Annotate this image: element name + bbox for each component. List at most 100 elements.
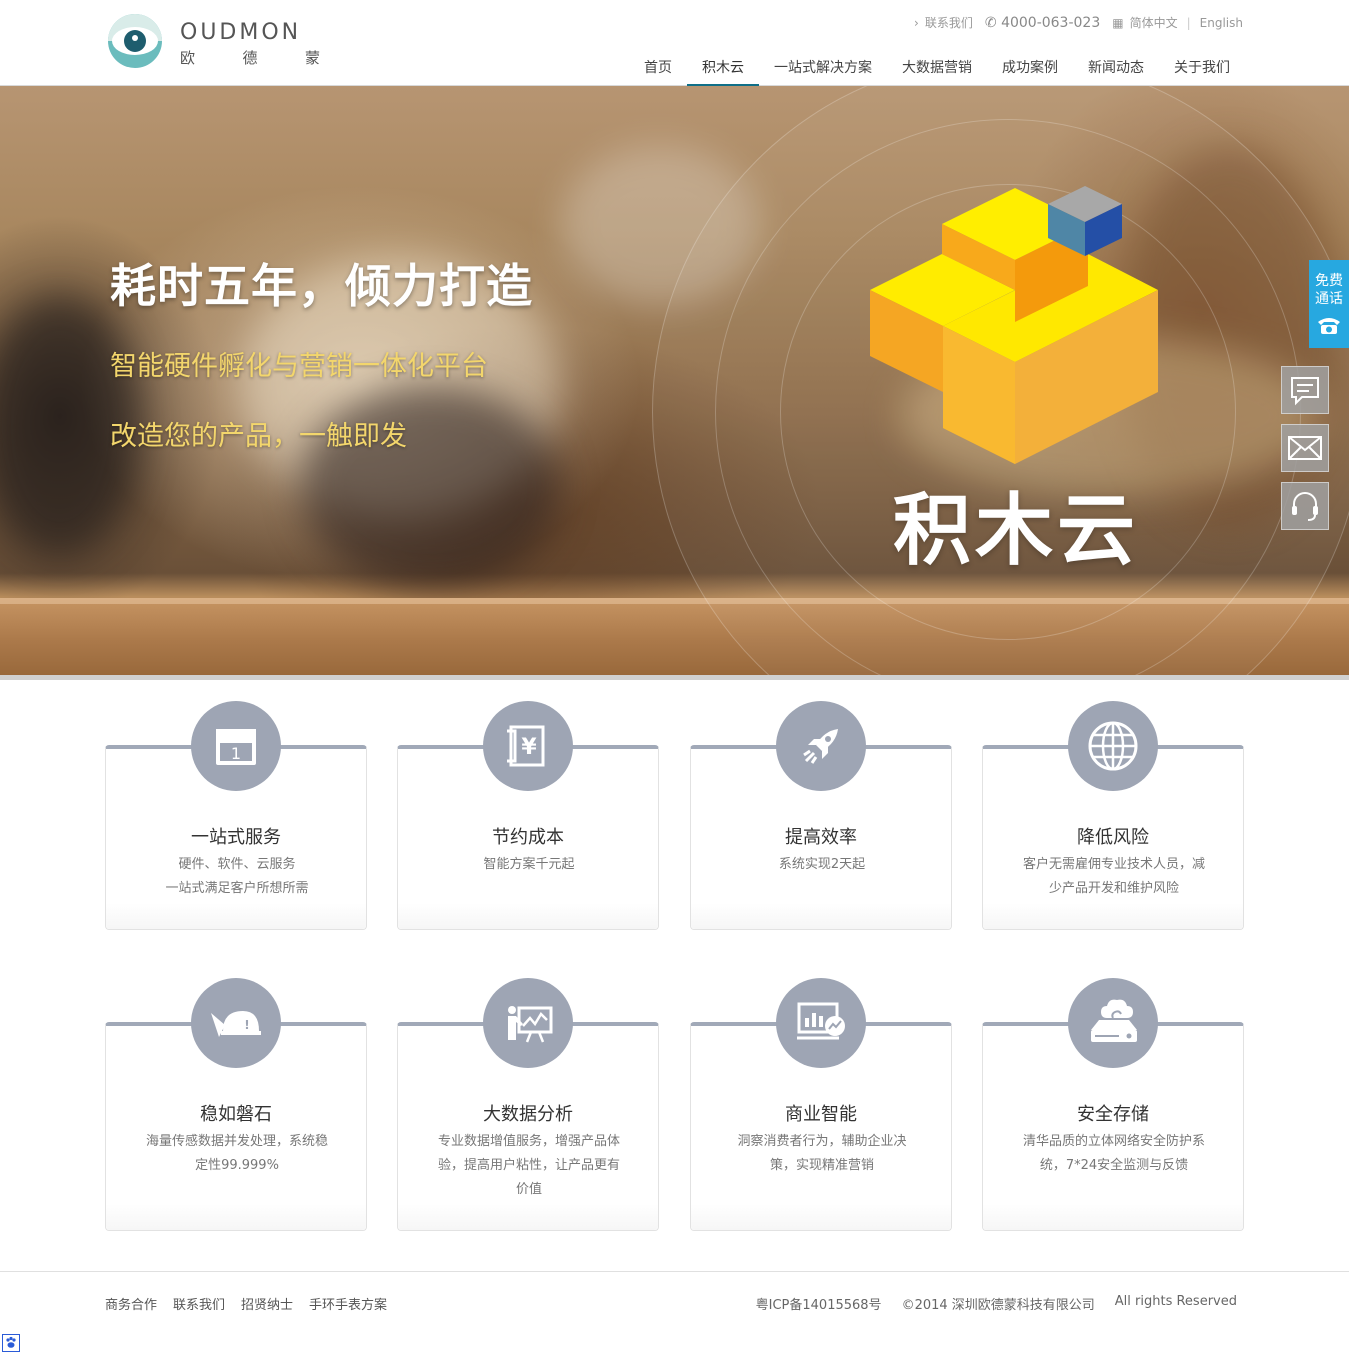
feature-icon-circle bbox=[776, 701, 866, 791]
nav-news[interactable]: 新闻动态 bbox=[1073, 48, 1159, 86]
feature-desc-line: 专业数据增值服务，增强产品体 bbox=[437, 1134, 620, 1149]
icp-license-link[interactable]: 粤ICP备14015568号 bbox=[756, 1294, 882, 1313]
feature-title: 降低风险 bbox=[1077, 827, 1149, 848]
top-links: › 联系我们 ✆ 4000-063-023 ▦ 简体中文 | English bbox=[914, 14, 1243, 31]
feature-desc-line: 清华品质的立体网络安全防护系 bbox=[1022, 1134, 1205, 1149]
phone-number: ✆ 4000-063-023 bbox=[985, 15, 1100, 31]
footer-legal: 粤ICP备14015568号 ©2014 深圳欧德蒙科技有限公司 All rig… bbox=[756, 1294, 1237, 1313]
copyright-text: ©2014 深圳欧德蒙科技有限公司 bbox=[901, 1298, 1095, 1313]
rights-text: All rights Reserved bbox=[1114, 1294, 1237, 1309]
svg-text:¥: ¥ bbox=[521, 735, 537, 760]
chat-button[interactable] bbox=[1281, 366, 1329, 414]
email-button[interactable] bbox=[1281, 424, 1329, 472]
feature-title: 节约成本 bbox=[492, 827, 564, 848]
feature-title: 一站式服务 bbox=[191, 827, 281, 848]
eye-logo-icon bbox=[108, 14, 162, 68]
feature-icon-circle bbox=[1068, 978, 1158, 1068]
main-nav: 首页 积木云 一站式解决方案 大数据营销 成功案例 新闻动态 关于我们 bbox=[629, 48, 1245, 87]
nav-about[interactable]: 关于我们 bbox=[1159, 48, 1245, 86]
telephone-icon bbox=[1318, 318, 1340, 334]
paw-icon[interactable] bbox=[2, 1334, 20, 1352]
feature-desc: 客户无需雇佣专业技术人员，减 少产品开发和维护风险 bbox=[1007, 853, 1221, 901]
feature-desc: 智能方案千元起 bbox=[422, 853, 636, 877]
paw-print-icon bbox=[6, 1336, 16, 1348]
divider: | bbox=[1186, 15, 1191, 30]
feature-desc-line: 一站式满足客户所想所需 bbox=[165, 881, 309, 896]
presentation-chart-icon bbox=[508, 1006, 553, 1043]
feature-icon-circle: 1 bbox=[191, 701, 281, 791]
svg-text:1: 1 bbox=[231, 744, 241, 763]
hero-banner: 耗时五年，倾力打造 智能硬件孵化与营销一体化平台 改造您的产品，一触即发 积木云 bbox=[0, 86, 1349, 680]
globe-icon bbox=[1088, 721, 1138, 771]
brand-title: 积木云 bbox=[893, 486, 1140, 576]
feature-desc-line: 智能方案千元起 bbox=[483, 857, 575, 872]
hero-tagline: 改造您的产品，一触即发 bbox=[110, 421, 407, 452]
feature-desc-line: 定性99.999% bbox=[195, 1158, 279, 1173]
envelope-icon bbox=[1288, 436, 1322, 460]
feature-desc-line: 少产品开发和维护风险 bbox=[1048, 881, 1179, 896]
monitor-analytics-icon bbox=[797, 1002, 845, 1040]
nav-big-data[interactable]: 大数据营销 bbox=[887, 48, 987, 86]
feature-desc-line: 洞察消费者行为，辅助企业决 bbox=[737, 1134, 907, 1149]
phone-icon: ✆ bbox=[984, 14, 997, 31]
yuan-receipt-icon: ¥ bbox=[507, 725, 545, 767]
feature-title: 安全存储 bbox=[1077, 1104, 1149, 1125]
nav-cases[interactable]: 成功案例 bbox=[987, 48, 1073, 86]
support-button[interactable] bbox=[1281, 482, 1329, 530]
feature-icon-circle: ¥ bbox=[483, 701, 573, 791]
free-call-label: 通话 bbox=[1315, 291, 1343, 307]
feature-desc-line: 硬件、软件、云服务 bbox=[178, 857, 296, 872]
feature-title: 大数据分析 bbox=[483, 1104, 573, 1125]
feature-desc: 洞察消费者行为，辅助企业决 策，实现精准营销 bbox=[715, 1130, 929, 1178]
feature-desc-line: 验，提高用户粘性，让产品更有 bbox=[437, 1158, 620, 1173]
banner-divider bbox=[0, 675, 1349, 680]
logo-char: 欧 bbox=[180, 49, 196, 67]
footer-link-business[interactable]: 商务合作 bbox=[105, 1294, 157, 1313]
feature-title: 商业智能 bbox=[785, 1104, 857, 1125]
logo-chinese-name: 欧 德 蒙 bbox=[180, 47, 320, 68]
feature-icon-circle bbox=[776, 978, 866, 1068]
feature-desc: 海量传感数据并发处理，系统稳 定性99.999% bbox=[130, 1130, 344, 1178]
headset-icon bbox=[1292, 492, 1318, 521]
logo[interactable]: OUDMON 欧 德 蒙 bbox=[108, 14, 328, 70]
feature-desc-line: 策，实现精准营销 bbox=[769, 1158, 874, 1173]
feature-icon-circle bbox=[483, 978, 573, 1068]
feature-desc: 硬件、软件、云服务 一站式满足客户所想所需 bbox=[130, 853, 344, 901]
feature-desc: 专业数据增值服务，增强产品体 验，提高用户粘性，让产品更有 价值 bbox=[422, 1130, 636, 1202]
contact-link[interactable]: 联系我们 bbox=[925, 14, 973, 31]
feature-desc-line: 系统实现2天起 bbox=[778, 857, 866, 872]
feature-desc-line: 价值 bbox=[515, 1182, 542, 1197]
logo-wordmark: OUDMON bbox=[180, 20, 302, 45]
feature-icon-circle bbox=[1068, 701, 1158, 791]
cloud-storage-icon bbox=[1091, 999, 1137, 1042]
helmet-icon: ! bbox=[211, 1011, 261, 1037]
feature-desc: 清华品质的立体网络安全防护系 统，7*24安全监测与反馈 bbox=[1007, 1130, 1221, 1178]
footer-links: 商务合作 联系我们 招贤纳士 手环手表方案 bbox=[105, 1294, 387, 1313]
svg-text:!: ! bbox=[244, 1018, 249, 1032]
footer-link-contact[interactable]: 联系我们 bbox=[173, 1294, 225, 1313]
page: OUDMON 欧 德 蒙 › 联系我们 ✆ 4000-063-023 ▦ 简体中… bbox=[0, 0, 1349, 1355]
nav-home[interactable]: 首页 bbox=[629, 48, 687, 86]
site-header: OUDMON 欧 德 蒙 › 联系我们 ✆ 4000-063-023 ▦ 简体中… bbox=[0, 0, 1349, 87]
footer-link-wearables[interactable]: 手环手表方案 bbox=[309, 1294, 387, 1313]
hero-subtitle: 智能硬件孵化与营销一体化平台 bbox=[110, 351, 488, 382]
nav-jimuyun[interactable]: 积木云 bbox=[687, 48, 759, 87]
nav-solutions[interactable]: 一站式解决方案 bbox=[759, 48, 887, 86]
language-icon: ▦ bbox=[1112, 15, 1124, 30]
free-call-button[interactable]: 免费 通话 bbox=[1309, 260, 1349, 348]
feature-icon-circle: ! bbox=[191, 978, 281, 1068]
footer-divider bbox=[0, 1271, 1349, 1272]
phone-text: 4000-063-023 bbox=[1001, 14, 1101, 31]
footer-link-jobs[interactable]: 招贤纳士 bbox=[241, 1294, 293, 1313]
lang-cn-link[interactable]: 简体中文 bbox=[1130, 14, 1178, 31]
feature-desc-line: 统，7*24安全监测与反馈 bbox=[1039, 1158, 1189, 1173]
chat-bubble-icon bbox=[1291, 377, 1319, 406]
lang-en-link[interactable]: English bbox=[1200, 16, 1243, 30]
feature-desc-line: 海量传感数据并发处理，系统稳 bbox=[145, 1134, 328, 1149]
feature-desc: 系统实现2天起 bbox=[715, 853, 929, 877]
building-blocks-icon bbox=[870, 186, 1158, 464]
calendar-store-icon: 1 bbox=[216, 729, 256, 765]
logo-char: 蒙 bbox=[304, 49, 320, 67]
free-call-label: 免费 bbox=[1315, 273, 1343, 289]
feature-title: 提高效率 bbox=[785, 827, 857, 848]
